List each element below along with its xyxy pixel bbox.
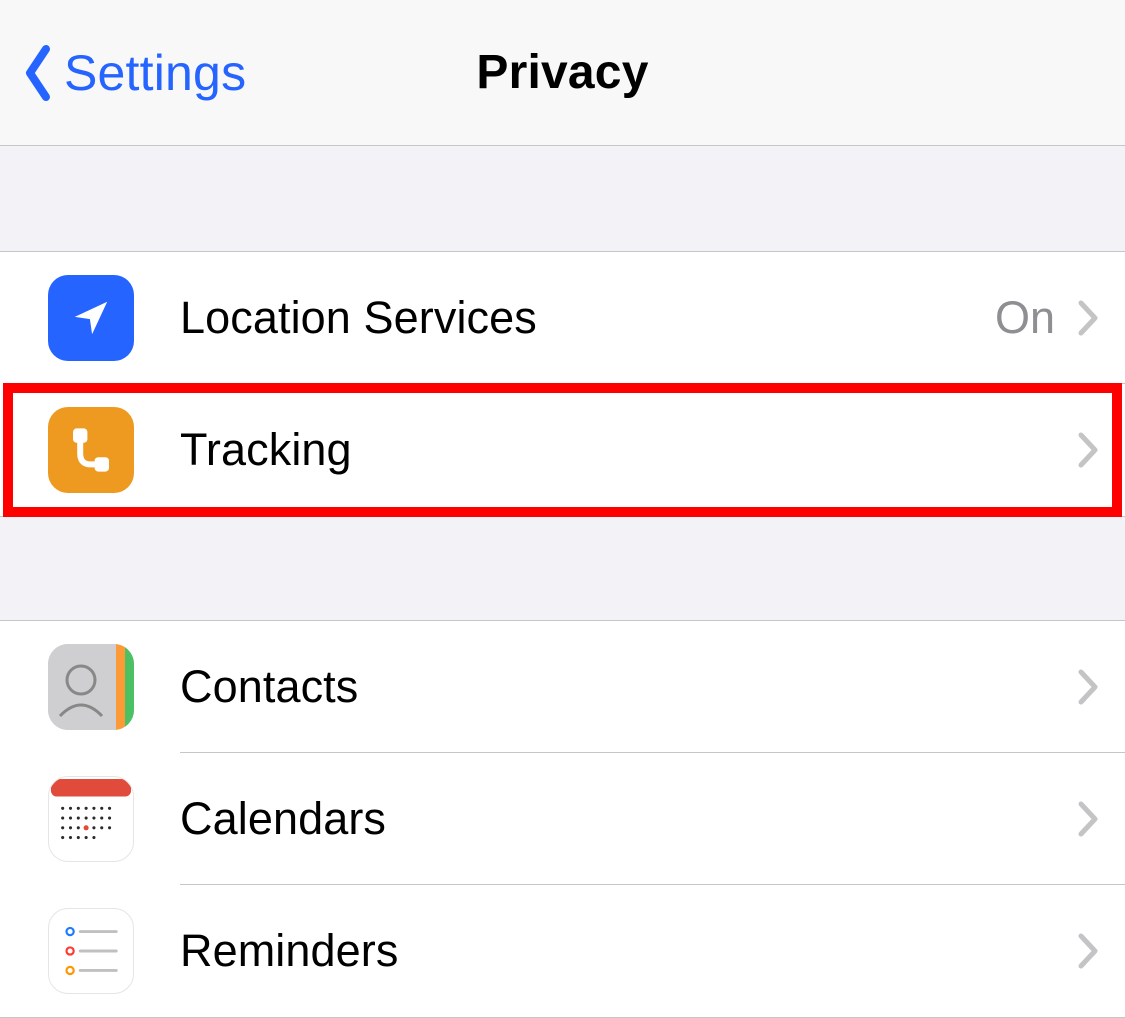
row-label: Contacts bbox=[180, 661, 358, 713]
chevron-right-icon bbox=[1077, 800, 1099, 838]
back-label: Settings bbox=[64, 44, 246, 102]
row-label: Calendars bbox=[180, 793, 386, 845]
navigation-bar: Settings Privacy bbox=[0, 0, 1125, 146]
chevron-right-icon bbox=[1077, 299, 1099, 337]
chevron-left-icon bbox=[22, 43, 52, 103]
row-reminders[interactable]: Reminders bbox=[0, 885, 1125, 1017]
chevron-right-icon bbox=[1077, 668, 1099, 706]
chevron-right-icon bbox=[1077, 932, 1099, 970]
settings-group-1: Location Services On Tracking bbox=[0, 251, 1125, 517]
location-arrow-icon bbox=[48, 275, 134, 361]
row-value: On bbox=[995, 292, 1055, 344]
row-location-services[interactable]: Location Services On bbox=[0, 252, 1125, 384]
tracking-icon bbox=[48, 407, 134, 493]
reminders-icon bbox=[48, 908, 134, 994]
page-title: Privacy bbox=[476, 45, 648, 100]
settings-group-2: Contacts Calendars bbox=[0, 620, 1125, 1018]
row-calendars[interactable]: Calendars bbox=[0, 753, 1125, 885]
row-tracking[interactable]: Tracking bbox=[0, 384, 1125, 516]
row-label: Location Services bbox=[180, 292, 537, 344]
chevron-right-icon bbox=[1077, 431, 1099, 469]
row-contacts[interactable]: Contacts bbox=[0, 621, 1125, 753]
row-label: Reminders bbox=[180, 925, 398, 977]
calendar-icon bbox=[48, 776, 134, 862]
contacts-icon bbox=[48, 644, 134, 730]
row-label: Tracking bbox=[180, 424, 352, 476]
back-button[interactable]: Settings bbox=[22, 43, 246, 103]
